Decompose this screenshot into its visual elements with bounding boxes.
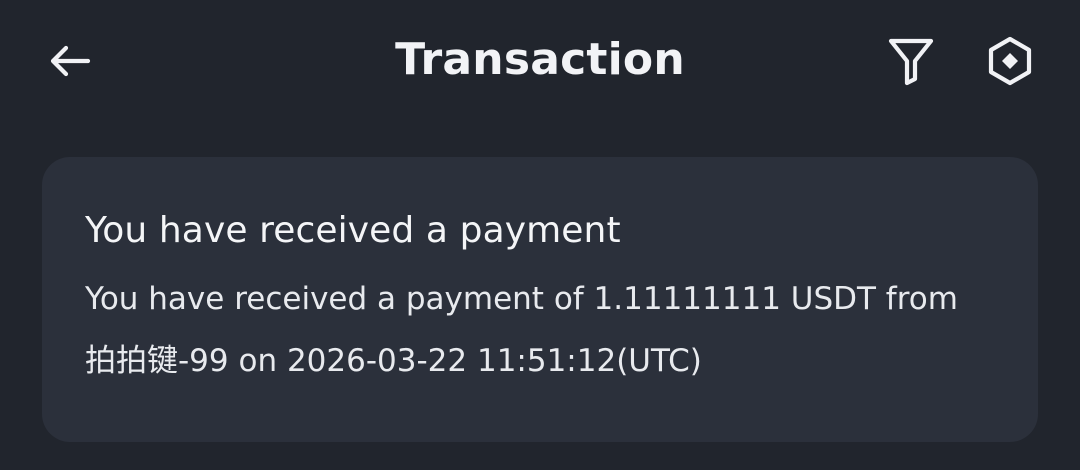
hexagon-settings-icon [984, 35, 1036, 87]
notification-title: You have received a payment [85, 210, 621, 251]
payment-notification-card[interactable]: You have received a payment You have rec… [42, 157, 1038, 442]
settings-button[interactable] [982, 33, 1038, 89]
filter-button[interactable] [883, 33, 939, 89]
notification-message: You have received a payment of 1.1111111… [85, 281, 958, 379]
top-bar: Transaction [0, 0, 1080, 122]
filter-icon [885, 35, 937, 87]
